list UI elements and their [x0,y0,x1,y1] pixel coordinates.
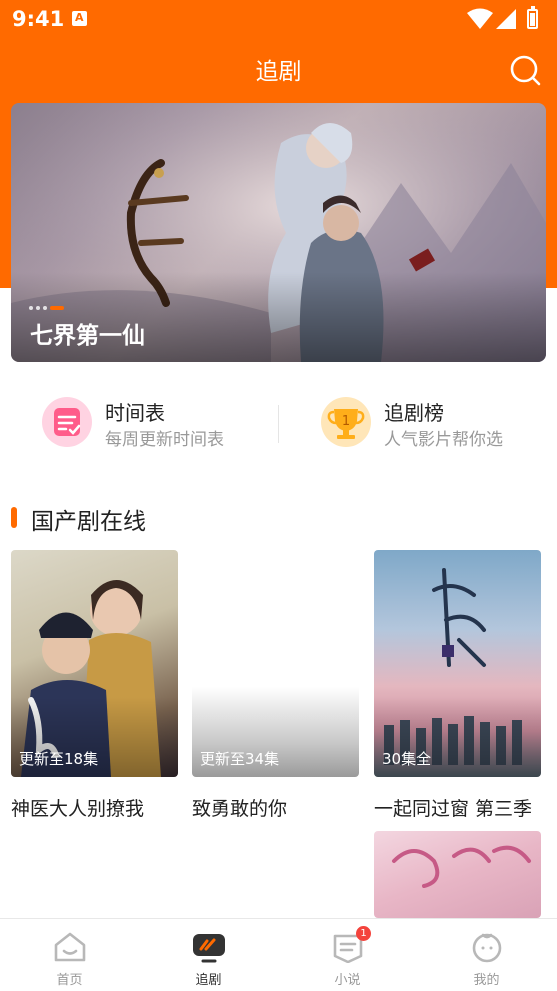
schedule-title: 时间表 [105,401,165,425]
banner-title: 七界第一仙 [30,323,145,349]
trophy-icon-glyph: 1 [327,409,365,439]
carousel-dot-active [50,306,64,310]
episode-status: 30集全 [382,750,432,768]
ranking-subtitle: 人气影片帮你选 [384,430,503,450]
drama-title: 致勇敢的你 [192,798,288,820]
drama-poster-partial[interactable] [374,831,541,918]
notification-badge: 1 [356,926,371,941]
wifi-icon [467,8,493,29]
status-time: 9:41 [12,7,65,31]
drama-title: 神医大人别撩我 [11,798,145,820]
tv-icon [193,934,225,963]
drama-poster: 更新至34集 [192,550,359,777]
episode-status: 更新至34集 [200,750,280,768]
signal-icon [496,9,516,29]
carousel-dot [43,306,47,310]
ranking-title: 追剧榜 [384,401,444,425]
app-notification-icon [72,11,87,26]
drama-poster: 更新至18集 [11,550,178,777]
drama-card[interactable]: 更新至18集 神医大人别撩我 [11,550,178,821]
nav-label: 小说 [334,973,361,988]
trophy-icon: 1 [321,397,371,447]
svg-text:1: 1 [342,414,350,429]
status-icons [467,6,547,30]
profile-icon [472,933,502,963]
drama-card[interactable]: 30集全 一起同过窗 第三季 [374,550,541,821]
poster-art [392,845,531,888]
carousel-indicator [29,306,64,310]
section-marker [11,507,17,528]
nav-label: 追剧 [195,973,222,988]
page-title: 追剧 [255,59,302,85]
status-bar: 9:41 [0,0,557,38]
drama-poster: 30集全 [374,550,541,777]
carousel-dot [29,306,33,310]
calendar-icon-glyph [54,408,81,436]
calendar-icon [42,397,92,447]
search-button[interactable] [509,54,541,86]
search-icon [510,55,541,86]
battery-icon [527,6,538,29]
shortcut-divider [278,405,279,443]
banner-carousel[interactable]: 七界第一仙 [11,103,546,362]
section-title: 国产剧在线 [31,509,146,535]
home-icon [54,932,86,962]
nav-profile[interactable]: 我的 [417,919,556,991]
bottom-navigation: 首页 追剧 1 小说 我的 [0,918,557,991]
nav-novel[interactable]: 1 小说 [278,919,417,991]
schedule-subtitle: 每周更新时间表 [105,430,224,450]
nav-label: 我的 [473,973,500,988]
episode-status: 更新至18集 [19,750,99,768]
drama-card[interactable]: 更新至34集 致勇敢的你 [192,550,359,821]
nav-drama[interactable]: 追剧 [139,919,278,991]
nav-home[interactable]: 首页 [0,919,139,991]
carousel-dot [36,306,40,310]
drama-title: 一起同过窗 第三季 [374,798,533,820]
nav-label: 首页 [56,973,83,988]
